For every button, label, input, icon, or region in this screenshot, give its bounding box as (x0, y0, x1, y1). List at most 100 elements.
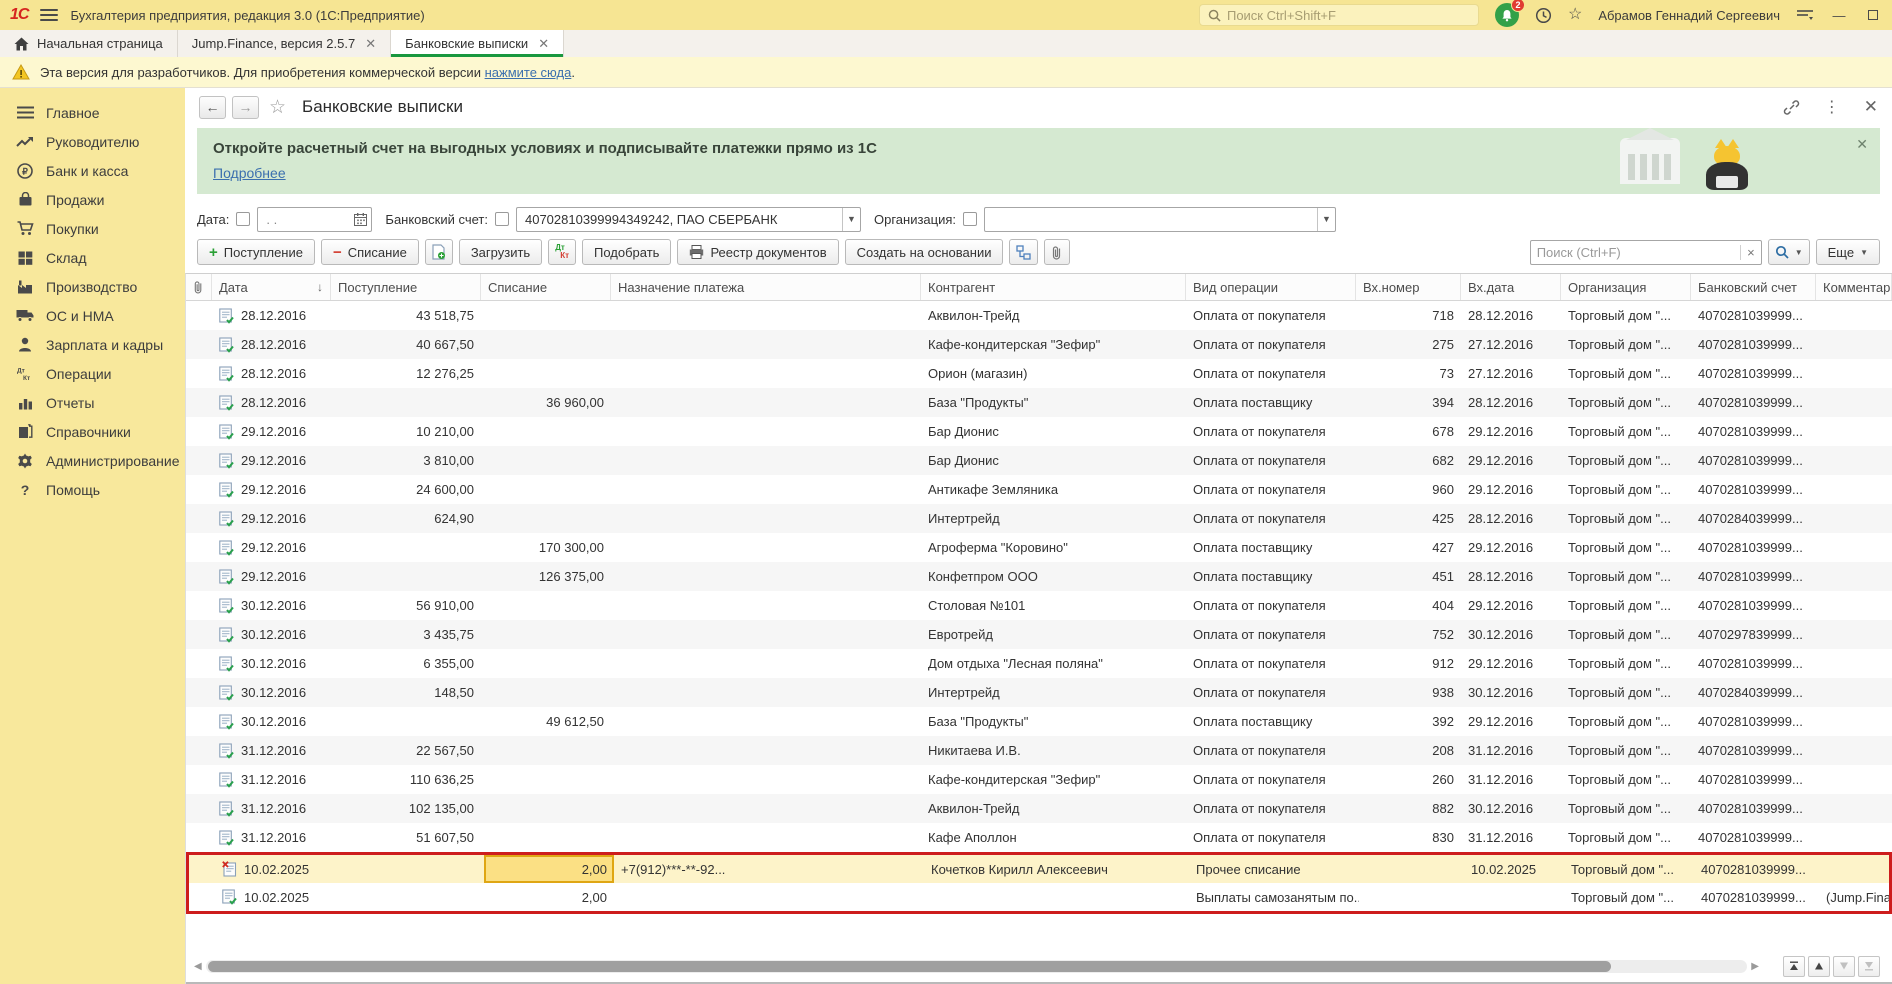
column-attachments[interactable] (186, 274, 212, 300)
promo-details-link[interactable]: Подробнее (213, 165, 286, 181)
column-acc[interactable]: Банковский счет (1691, 274, 1816, 300)
sidebar-item-factory[interactable]: Производство (0, 272, 185, 301)
sidebar-item-help[interactable]: ?Помощь (0, 475, 185, 504)
pick-button[interactable]: Подобрать (582, 239, 671, 265)
tab-close-icon[interactable]: ✕ (538, 36, 549, 52)
table-row[interactable]: 29.12.2016624,90ИнтертрейдОплата от поку… (186, 504, 1892, 533)
calendar-icon[interactable] (354, 213, 367, 226)
search-clear-icon[interactable]: × (1740, 245, 1755, 260)
sidebar-item-ruble[interactable]: ₽Банк и касса (0, 156, 185, 185)
sidebar-item-grid[interactable]: Склад (0, 243, 185, 272)
table-row[interactable]: 28.12.201640 667,50Кафе-кондитерская "Зе… (186, 330, 1892, 359)
table-row[interactable]: 31.12.2016110 636,25Кафе-кондитерская "З… (186, 765, 1892, 794)
date-filter-checkbox[interactable] (236, 212, 250, 226)
tab-0[interactable]: Начальная страница (0, 30, 178, 57)
dtkt-button[interactable]: ДтКт (548, 239, 576, 265)
favorites-star-icon[interactable]: ☆ (1568, 7, 1582, 23)
column-date[interactable]: Дата↓ (212, 274, 331, 300)
table-row[interactable]: 29.12.2016170 300,00Агроферма "Коровино"… (186, 533, 1892, 562)
sidebar-item-books[interactable]: Справочники (0, 417, 185, 446)
go-last-button[interactable] (1858, 956, 1880, 977)
table-search-input[interactable]: Поиск (Ctrl+F) × (1530, 240, 1762, 265)
column-purpose[interactable]: Назначение платежа (611, 274, 921, 300)
hscroll-left-arrow[interactable]: ◀ (194, 961, 202, 972)
load-button[interactable]: Загрузить (459, 239, 542, 265)
sidebar-item-person[interactable]: Зарплата и кадры (0, 330, 185, 359)
close-page-icon[interactable]: ✕ (1864, 97, 1878, 117)
service-menu-icon[interactable] (1796, 8, 1814, 22)
table-row[interactable]: 31.12.2016102 135,00Аквилон-ТрейдОплата … (186, 794, 1892, 823)
sidebar-item-dtkt[interactable]: ДтКтОперации (0, 359, 185, 388)
table-row[interactable]: 31.12.201651 607,50Кафе АполлонОплата от… (186, 823, 1892, 852)
table-row[interactable]: 28.12.201636 960,00База "Продукты"Оплата… (186, 388, 1892, 417)
go-down-button[interactable] (1833, 956, 1855, 977)
sidebar-item-chart[interactable]: Отчеты (0, 388, 185, 417)
account-combo-arrow-icon[interactable]: ▼ (842, 208, 860, 231)
column-innum[interactable]: Вх.номер (1356, 274, 1461, 300)
more-button[interactable]: Еще▼ (1816, 239, 1880, 265)
org-filter-checkbox[interactable] (963, 212, 977, 226)
table-row[interactable]: 28.12.201643 518,75Аквилон-ТрейдОплата о… (186, 301, 1892, 330)
table-row[interactable]: 10.02.20252,00+7(912)***-**-92...Кочетко… (189, 855, 1889, 883)
minimize-button[interactable]: — (1830, 8, 1848, 23)
table-row[interactable]: 10.02.20252,00Выплаты самозанятым по...Т… (189, 883, 1889, 911)
structure-button[interactable] (1009, 239, 1038, 265)
column-optype[interactable]: Вид операции (1186, 274, 1356, 300)
writeoff-button[interactable]: −Списание (321, 239, 419, 265)
table-row[interactable]: 30.12.2016148,50ИнтертрейдОплата от поку… (186, 678, 1892, 707)
global-search-input[interactable]: Поиск Ctrl+Shift+F (1199, 4, 1479, 26)
buy-commercial-link[interactable]: нажмите сюда (485, 65, 572, 80)
table-row[interactable]: 30.12.20166 355,00Дом отдыха "Лесная пол… (186, 649, 1892, 678)
get-link-icon[interactable] (1783, 99, 1800, 116)
sidebar-item-cart[interactable]: Покупки (0, 214, 185, 243)
sidebar-item-trend[interactable]: Руководителю (0, 127, 185, 156)
column-in[interactable]: Поступление (331, 274, 481, 300)
favorite-star-icon[interactable]: ☆ (269, 96, 286, 119)
table-row[interactable]: 29.12.2016126 375,00Конфетпром ООООплата… (186, 562, 1892, 591)
table-row[interactable]: 30.12.201656 910,00Столовая №101Оплата о… (186, 591, 1892, 620)
main-menu-icon[interactable] (40, 9, 58, 21)
org-filter-combo[interactable]: ▼ (984, 207, 1336, 232)
sidebar-item-gear[interactable]: Администрирование (0, 446, 185, 475)
column-comment[interactable]: Комментарий (1816, 274, 1892, 300)
table-row[interactable]: 29.12.201610 210,00Бар ДионисОплата от п… (186, 417, 1892, 446)
table-row[interactable]: 30.12.20163 435,75ЕвротрейдОплата от пок… (186, 620, 1892, 649)
forward-button[interactable]: → (232, 96, 259, 119)
table-row[interactable]: 30.12.201649 612,50База "Продукты"Оплата… (186, 707, 1892, 736)
go-up-button[interactable] (1808, 956, 1830, 977)
history-icon[interactable] (1535, 7, 1552, 24)
hscroll-thumb[interactable] (208, 961, 1611, 972)
back-button[interactable]: ← (199, 96, 226, 119)
more-menu-icon[interactable]: ⋮ (1824, 97, 1840, 117)
org-combo-arrow-icon[interactable]: ▼ (1317, 208, 1335, 231)
table-row[interactable]: 29.12.201624 600,00Антикафе ЗемляникаОпл… (186, 475, 1892, 504)
search-button[interactable]: ▼ (1768, 239, 1810, 265)
tab-2[interactable]: Банковские выписки✕ (391, 30, 564, 57)
column-out[interactable]: Списание (481, 274, 611, 300)
sidebar-item-bag[interactable]: Продажи (0, 185, 185, 214)
notifications-button[interactable]: 2 (1495, 3, 1519, 27)
go-first-button[interactable] (1783, 956, 1805, 977)
sidebar-item-menu[interactable]: Главное (0, 98, 185, 127)
tab-1[interactable]: Jump.Finance, версия 2.5.7✕ (178, 30, 391, 57)
registry-button[interactable]: Реестр документов (677, 239, 838, 265)
tab-close-icon[interactable]: ✕ (365, 36, 376, 52)
account-filter-checkbox[interactable] (495, 212, 509, 226)
hscroll-right-arrow[interactable]: ▶ (1751, 961, 1759, 972)
table-row[interactable]: 31.12.201622 567,50Никитаева И.В.Оплата … (186, 736, 1892, 765)
new-document-button[interactable] (425, 239, 453, 265)
restore-button[interactable] (1864, 8, 1882, 23)
create-based-button[interactable]: Создать на основании (845, 239, 1004, 265)
column-indate[interactable]: Вх.дата (1461, 274, 1561, 300)
attachments-button[interactable] (1044, 239, 1070, 265)
column-org[interactable]: Организация (1561, 274, 1691, 300)
horizontal-scrollbar[interactable] (206, 960, 1748, 973)
table-row[interactable]: 29.12.20163 810,00Бар ДионисОплата от по… (186, 446, 1892, 475)
date-filter-input[interactable]: . . (257, 207, 372, 232)
table-row[interactable]: 28.12.201612 276,25Орион (магазин)Оплата… (186, 359, 1892, 388)
account-filter-combo[interactable]: 40702810399994349242, ПАО СБЕРБАНК ▼ (516, 207, 861, 232)
sidebar-item-truck[interactable]: ОС и НМА (0, 301, 185, 330)
column-contr[interactable]: Контрагент (921, 274, 1186, 300)
promo-close-icon[interactable]: ✕ (1856, 136, 1868, 153)
receipt-button[interactable]: +Поступление (197, 239, 315, 265)
